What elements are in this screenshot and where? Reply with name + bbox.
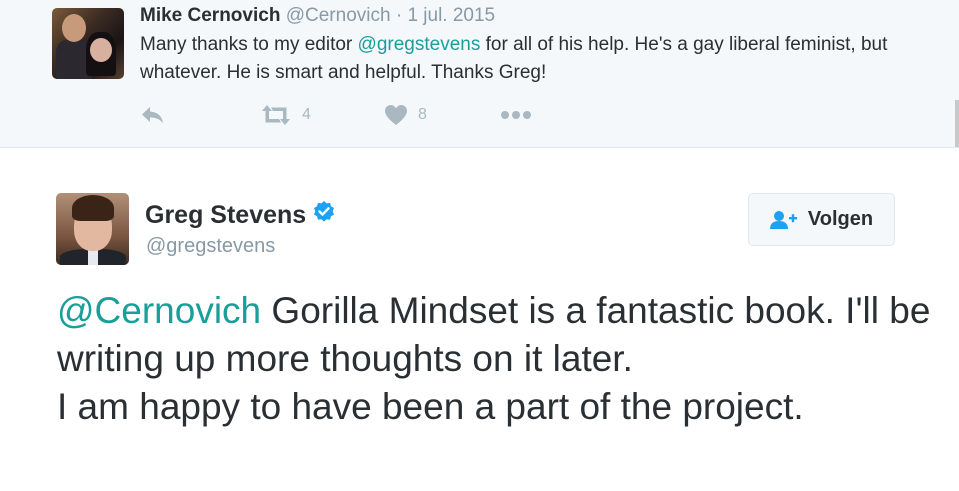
heart-icon xyxy=(384,104,408,126)
parent-display-name[interactable]: Mike Cernovich xyxy=(140,5,280,26)
parent-tweet-actions: 4 8 xyxy=(140,101,640,129)
mike-cernovich-avatar[interactable] xyxy=(52,8,124,79)
parent-handle[interactable]: @Cernovich xyxy=(286,5,391,26)
retweet-icon xyxy=(260,104,292,126)
main-tweet-line-2: I am happy to have been a part of the pr… xyxy=(57,386,804,427)
parent-tweet-header: Mike Cernovich @Cernovich · 1 jul. 2015 xyxy=(140,5,495,27)
retweet-count: 4 xyxy=(302,106,311,123)
more-button[interactable] xyxy=(500,101,532,129)
main-handle[interactable]: @gregstevens xyxy=(146,235,275,258)
scrollbar[interactable] xyxy=(955,100,959,147)
verified-badge-icon xyxy=(312,200,336,231)
reply-button[interactable] xyxy=(140,101,166,129)
parent-separator: · xyxy=(395,5,403,26)
main-tweet-text: @Cernovich Gorilla Mindset is a fantasti… xyxy=(57,287,937,431)
more-icon xyxy=(500,110,532,120)
reply-icon xyxy=(140,105,166,125)
parent-text-before: Many thanks to my editor xyxy=(140,34,358,55)
retweet-button[interactable]: 4 xyxy=(260,101,311,129)
main-display-name[interactable]: Greg Stevens xyxy=(145,201,306,230)
main-tweet-line-1: @Cernovich Gorilla Mindset is a fantasti… xyxy=(57,287,937,383)
parent-timestamp[interactable]: 1 jul. 2015 xyxy=(407,5,495,26)
parent-tweet[interactable]: Mike Cernovich @Cernovich · 1 jul. 2015 … xyxy=(0,0,959,148)
like-button[interactable]: 8 xyxy=(384,101,427,129)
follow-button[interactable]: Volgen xyxy=(748,193,895,246)
mention-gregstevens[interactable]: @gregstevens xyxy=(358,34,481,55)
greg-stevens-avatar[interactable] xyxy=(56,193,129,265)
follow-button-label: Volgen xyxy=(807,208,874,230)
add-user-icon xyxy=(769,210,798,230)
main-display-name-row[interactable]: Greg Stevens xyxy=(145,200,336,231)
mention-cernovich[interactable]: @Cernovich xyxy=(57,290,261,331)
like-count: 8 xyxy=(418,106,427,123)
parent-tweet-text: Many thanks to my editor @gregstevens fo… xyxy=(140,31,920,87)
